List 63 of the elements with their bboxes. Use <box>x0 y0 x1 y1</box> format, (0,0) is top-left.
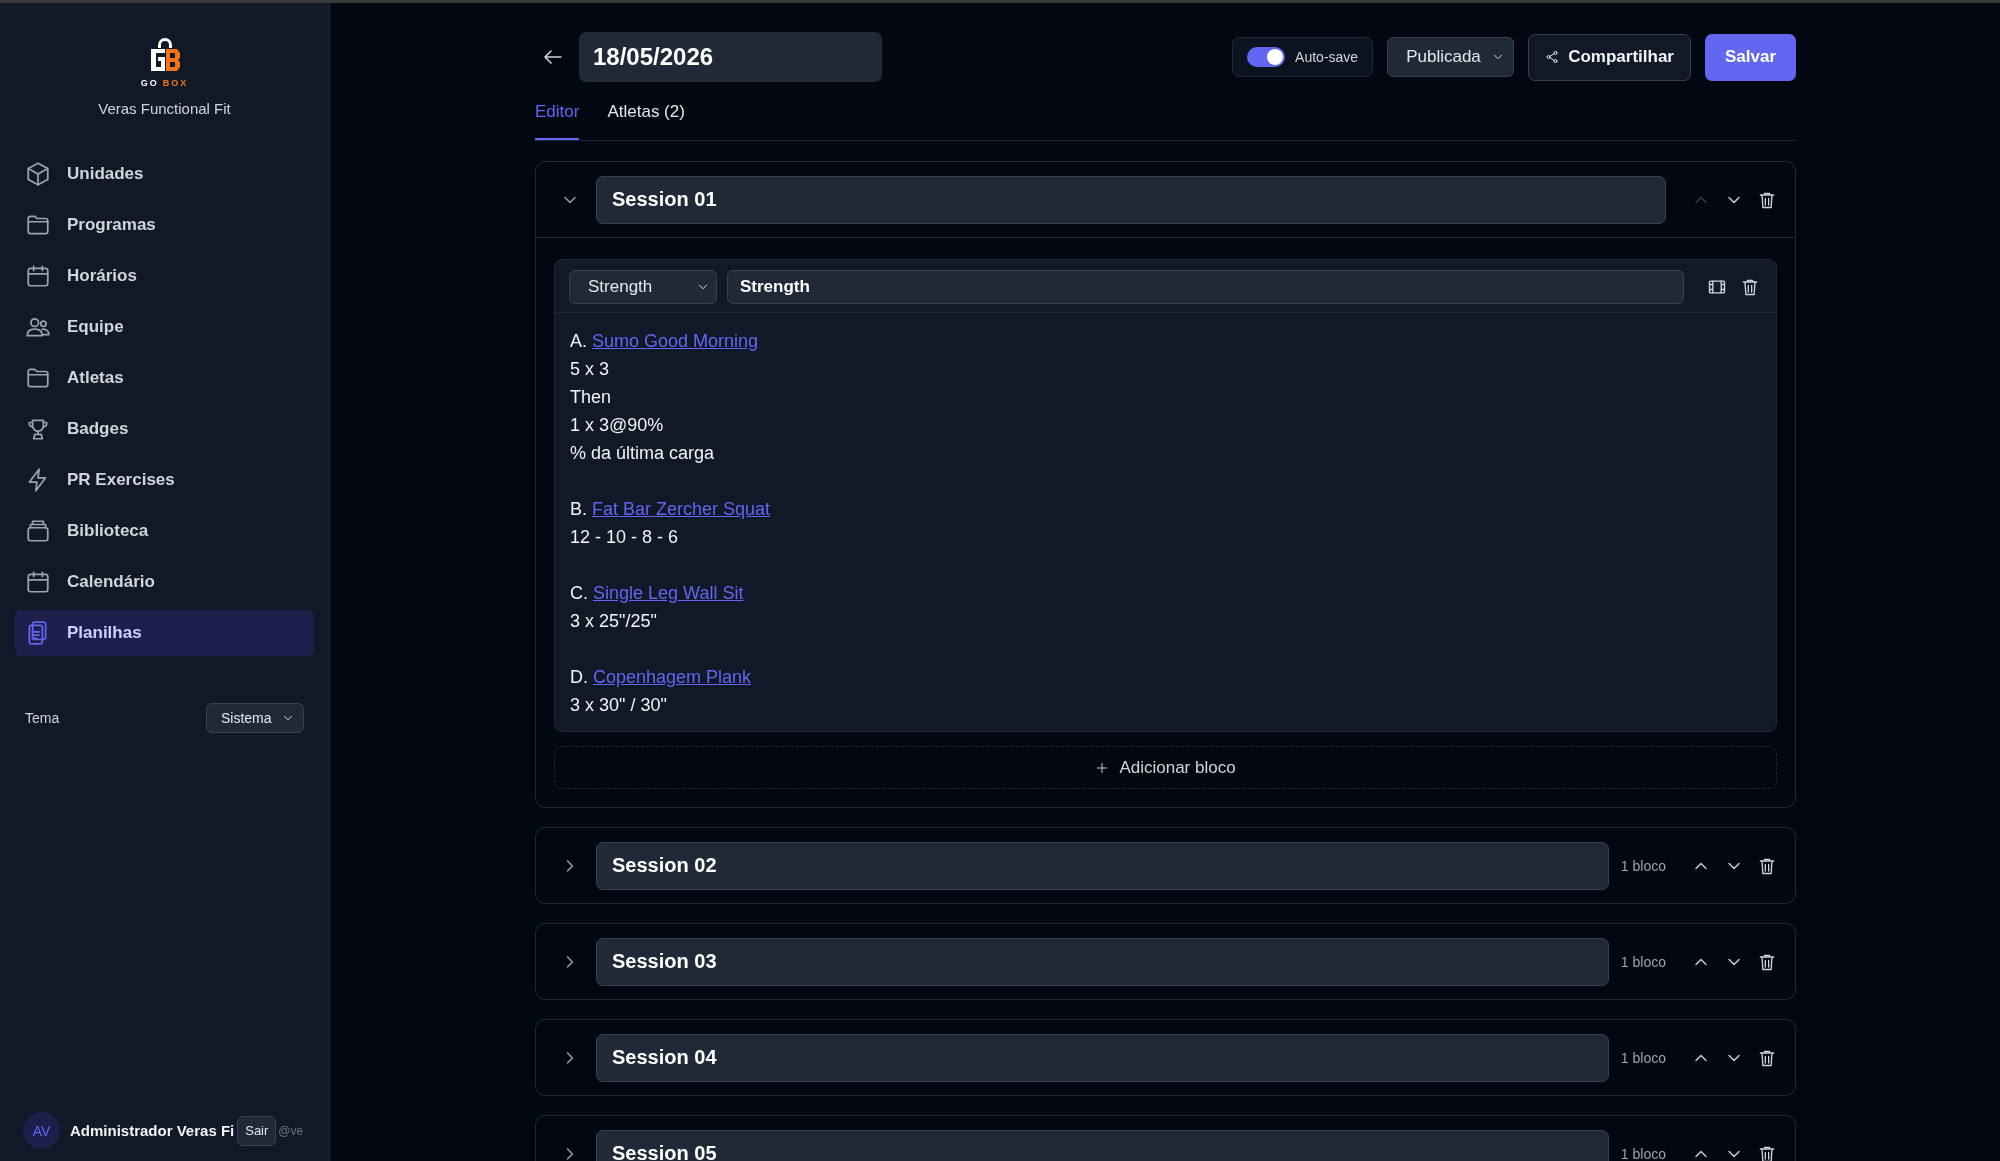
tab[interactable]: Editor <box>535 102 580 140</box>
workout-text: 12 - 10 - 8 - 6 <box>570 527 679 547</box>
workout-text: 3 x 25"/25" <box>570 611 657 631</box>
block-count: 1 bloco <box>1620 857 1666 874</box>
date-field[interactable]: 18/05/2026 <box>579 32 882 82</box>
add-block-button[interactable]: Adicionar bloco <box>554 746 1777 789</box>
user-name: Administrador Veras Fi <box>70 1122 235 1139</box>
workout-text: % da última carga <box>570 443 715 463</box>
exercise-link[interactable]: Fat Bar Zercher Squat <box>592 499 771 519</box>
tab[interactable]: Atletas (2) <box>607 102 685 140</box>
exercise-link[interactable]: Copenhagem Plank <box>593 667 752 687</box>
stack-icon <box>25 518 51 544</box>
nav-item[interactable]: Planilhas <box>15 610 314 656</box>
theme-label: Tema <box>25 710 60 726</box>
share-icon <box>1545 50 1560 64</box>
theme-select[interactable]: Sistema <box>206 703 304 733</box>
workout-text: 5 x 3 <box>570 359 610 379</box>
organization-name: Veras Functional Fit <box>97 100 232 117</box>
status-select[interactable]: Publicada <box>1387 37 1515 77</box>
session-title-field[interactable]: Session 02 <box>596 841 1609 890</box>
nav-item[interactable]: PR Exercises <box>15 457 314 503</box>
session-title-field[interactable]: Session 05 <box>596 1129 1609 1161</box>
share-button[interactable]: Compartilhar <box>1528 33 1691 81</box>
nav-item[interactable]: Badges <box>15 406 314 452</box>
trophy-icon <box>25 416 51 442</box>
nav-item[interactable]: Atletas <box>15 355 314 401</box>
cube-icon <box>25 161 51 187</box>
session-title-field[interactable]: Session 01 <box>596 175 1666 224</box>
user-handle: @ve <box>278 1123 304 1138</box>
nav-item[interactable]: Equipe <box>15 304 314 350</box>
logo: GO BOX <box>140 37 189 88</box>
logout-button[interactable]: Sair <box>237 1115 277 1146</box>
nav-item[interactable]: Calendário <box>15 559 314 605</box>
save-button[interactable]: Salvar <box>1704 33 1796 81</box>
session-title-field[interactable]: Session 04 <box>596 1033 1609 1082</box>
plus-icon <box>1095 760 1110 775</box>
delete-icon[interactable] <box>1740 277 1760 297</box>
folder-icon <box>25 365 51 391</box>
block-count: 1 bloco <box>1620 1049 1666 1066</box>
exercise-link[interactable]: Sumo Good Morning <box>592 331 759 351</box>
calendar-icon <box>25 569 51 595</box>
session-title-field[interactable]: Session 03 <box>596 937 1609 986</box>
calendar-icon <box>25 263 51 289</box>
nav-item[interactable]: Unidades <box>15 151 314 197</box>
workout-text: 3 x 30" / 30" <box>570 695 667 715</box>
block-type-select[interactable]: Strength <box>569 270 717 304</box>
toggle-thumb[interactable] <box>1267 49 1284 65</box>
block-count: 1 bloco <box>1620 953 1666 970</box>
exercise-label: A. <box>570 331 587 351</box>
avatar: AV <box>23 1112 60 1149</box>
nav-item[interactable]: Horários <box>15 253 314 299</box>
exercise-label: D. <box>570 667 588 687</box>
nav-item[interactable]: Biblioteca <box>15 508 314 554</box>
workout-text: 1 x 3@90% <box>570 415 664 435</box>
exercise-label: B. <box>570 499 587 519</box>
exercise-link[interactable]: Single Leg Wall Sit <box>593 583 744 603</box>
workout-text: Then <box>570 387 612 407</box>
nav-item[interactable]: Programas <box>15 202 314 248</box>
autosave-toggle[interactable]: Auto-save <box>1232 37 1374 77</box>
block-title-field[interactable]: Strength <box>727 270 1684 304</box>
folder-icon <box>25 212 51 238</box>
block-count: 1 bloco <box>1620 1145 1666 1161</box>
exercise-label: C. <box>570 583 588 603</box>
